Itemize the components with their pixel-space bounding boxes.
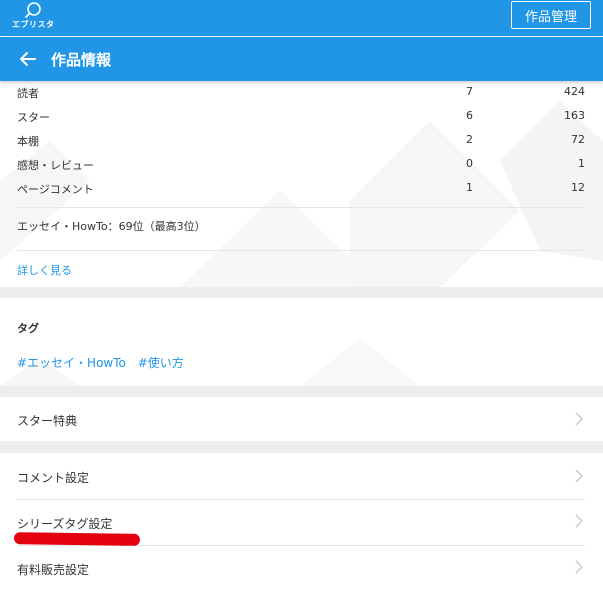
stat-value-2: 12 bbox=[571, 181, 585, 194]
highlight-underline bbox=[13, 532, 141, 546]
stat-value-2: 1 bbox=[578, 157, 585, 170]
arrow-left-icon[interactable] bbox=[18, 49, 38, 69]
chevron-right-icon bbox=[575, 514, 583, 528]
series-tag-settings-label[interactable]: シリーズタグ設定 bbox=[17, 515, 112, 532]
stat-value-2: 72 bbox=[571, 133, 585, 146]
stat-row-bookshelf: 本棚 2 72 bbox=[17, 129, 585, 153]
stat-label: 読者 bbox=[17, 87, 39, 100]
page-title: 作品情報 bbox=[51, 51, 112, 69]
paid-sales-settings-label[interactable]: 有料販売設定 bbox=[17, 561, 89, 578]
divider bbox=[17, 207, 585, 208]
see-details-link[interactable]: 詳しく見る bbox=[17, 262, 72, 278]
stat-value-2: 424 bbox=[564, 85, 585, 98]
stat-row-page-comments: ページコメント 1 12 bbox=[17, 177, 585, 201]
logo-text: エブリスタ bbox=[12, 20, 55, 29]
tags-heading: タグ bbox=[17, 322, 39, 335]
stat-value-1: 2 bbox=[466, 133, 473, 146]
background-decoration bbox=[0, 338, 420, 386]
tag-list: #エッセイ・HowTo #使い方 bbox=[17, 354, 192, 371]
stat-row-readers: 読者 7 424 bbox=[17, 81, 585, 105]
chevron-right-icon bbox=[575, 469, 583, 483]
stats-card: 読者 7 424 スター 6 163 本棚 2 72 感想・レビュー 0 1 ペ… bbox=[0, 81, 603, 287]
stat-row-stars: スター 6 163 bbox=[17, 105, 585, 129]
stat-value-2: 163 bbox=[564, 109, 585, 122]
ranking-text: エッセイ・HowTo：69位（最高3位） bbox=[17, 220, 206, 233]
stat-row-reviews: 感想・レビュー 0 1 bbox=[17, 153, 585, 177]
tags-card: タグ #エッセイ・HowTo #使い方 bbox=[0, 298, 603, 386]
stat-value-1: 6 bbox=[466, 109, 473, 122]
chevron-right-icon bbox=[575, 560, 583, 574]
stat-label: スター bbox=[17, 111, 50, 124]
divider bbox=[17, 250, 585, 251]
divider bbox=[17, 499, 585, 500]
stat-label: 本棚 bbox=[17, 135, 39, 148]
stat-label: 感想・レビュー bbox=[17, 159, 94, 172]
chevron-right-icon bbox=[575, 412, 583, 426]
stat-value-1: 7 bbox=[466, 85, 473, 98]
top-bar: エブリスタ 作品管理 bbox=[0, 0, 603, 36]
stat-label: ページコメント bbox=[17, 183, 94, 196]
tag-link[interactable]: #使い方 bbox=[138, 356, 184, 370]
star-benefit-label: スター特典 bbox=[17, 414, 78, 428]
stat-value-1: 1 bbox=[466, 181, 473, 194]
tag-link[interactable]: #エッセイ・HowTo bbox=[17, 356, 126, 370]
app-logo[interactable]: エブリスタ bbox=[12, 1, 56, 33]
stat-value-1: 0 bbox=[466, 157, 473, 170]
star-benefit-card[interactable]: スター特典 bbox=[0, 397, 603, 441]
manage-works-button[interactable]: 作品管理 bbox=[511, 1, 591, 29]
page-header: 作品情報 bbox=[0, 37, 603, 81]
search-bubble-icon bbox=[25, 2, 41, 18]
comment-settings-label[interactable]: コメント設定 bbox=[17, 469, 89, 486]
settings-card: コメント設定 シリーズタグ設定 有料販売設定 bbox=[0, 453, 603, 591]
